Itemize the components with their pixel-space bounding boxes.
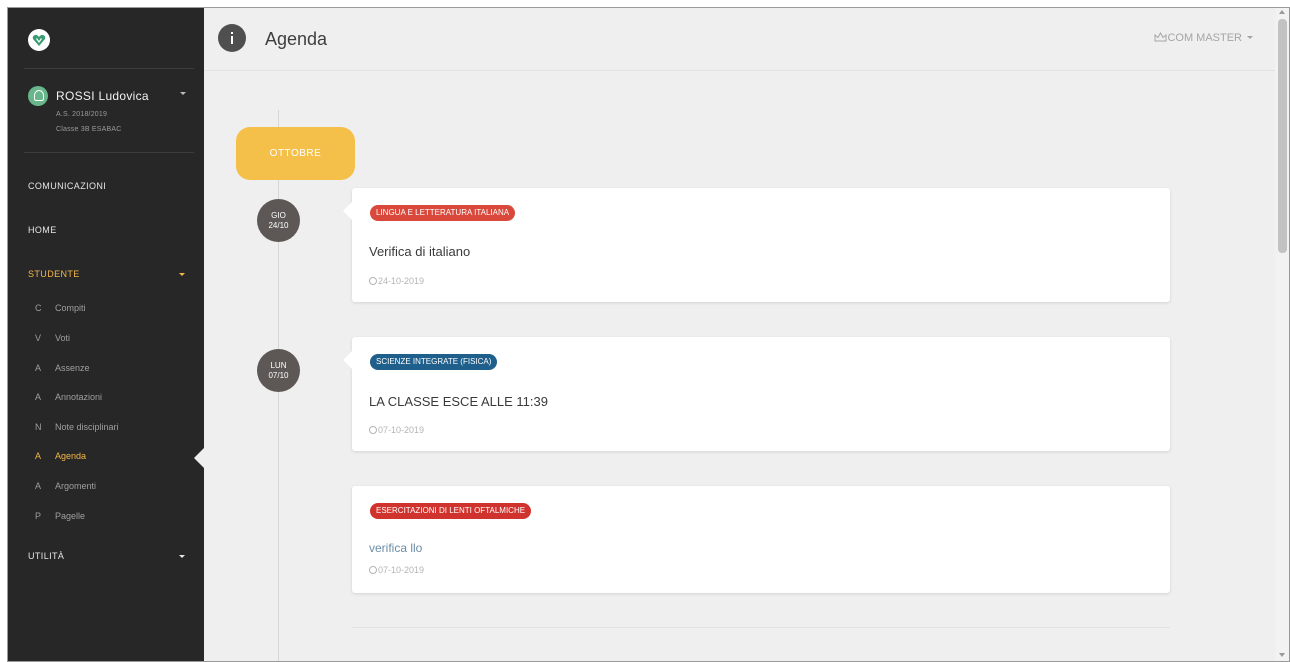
sidebar-divider	[24, 68, 194, 69]
school-year: A.S. 2018/2019	[56, 111, 108, 118]
item-label: Compiti	[55, 303, 86, 313]
event-date-text: 24-10-2019	[378, 276, 425, 286]
item-label: Voti	[55, 333, 71, 343]
card-pointer	[343, 202, 352, 220]
sidebar-item-note-disciplinari[interactable]: N Note disciplinari	[28, 422, 119, 436]
chevron-down-icon	[1247, 36, 1253, 39]
item-letter: A	[35, 481, 42, 491]
date-value: 07/10	[268, 371, 289, 380]
sidebar-divider	[24, 152, 194, 153]
clock-icon	[369, 426, 377, 434]
event-date: 07-10-2019	[369, 425, 424, 435]
event-title: Verifica di italiano	[369, 244, 471, 259]
clock-icon	[369, 566, 377, 574]
section-label: STUDENTE	[28, 269, 80, 279]
sidebar-item-assenze[interactable]: A Assenze	[28, 363, 90, 377]
sidebar-item-argomenti[interactable]: A Argomenti	[28, 481, 96, 495]
agenda-card[interactable]: SCIENZE INTEGRATE (FISICA) LA CLASSE ESC…	[343, 337, 1170, 451]
sidebar-item-voti[interactable]: V Voti	[28, 333, 70, 347]
master-menu[interactable]: COM MASTER	[1154, 31, 1253, 44]
item-label: Assenze	[55, 363, 90, 373]
item-letter: P	[35, 511, 42, 521]
info-icon[interactable]	[218, 24, 246, 52]
item-letter: V	[35, 333, 42, 343]
item-letter: N	[35, 422, 42, 432]
sidebar-item-compiti[interactable]: C Compiti	[28, 303, 86, 317]
heart-shield-logo-icon[interactable]	[28, 29, 50, 51]
chevron-down-icon[interactable]	[180, 92, 186, 95]
page-title: Agenda	[265, 29, 328, 49]
sidebar-item-pagelle[interactable]: P Pagelle	[28, 511, 85, 525]
event-date: 07-10-2019	[369, 565, 424, 575]
item-label: Agenda	[55, 451, 87, 461]
event-title: verifica llo	[369, 541, 423, 555]
sidebar-item-home[interactable]: HOME	[28, 225, 57, 235]
date-marker: LUN 07/10	[257, 349, 300, 392]
item-letter: A	[35, 392, 42, 402]
crown-icon	[1154, 31, 1167, 42]
agenda-card[interactable]: LINGUA E LETTERATURA ITALIANA Verifica d…	[343, 188, 1170, 302]
next-card-edge	[352, 627, 1170, 628]
agenda-card[interactable]: ESERCITAZIONI DI LENTI OFTALMICHE verifi…	[352, 486, 1170, 593]
item-label: Annotazioni	[55, 392, 103, 402]
top-bar: Agenda COM MASTER	[204, 8, 1275, 71]
subject-badge: LINGUA E LETTERATURA ITALIANA	[370, 205, 516, 221]
user-name[interactable]: ROSSI Ludovica	[56, 89, 149, 103]
scrollbar[interactable]	[1275, 8, 1289, 661]
scroll-thumb[interactable]	[1278, 19, 1287, 253]
card-pointer	[343, 351, 352, 369]
chevron-down-icon	[179, 555, 185, 558]
active-indicator	[194, 448, 204, 468]
item-letter: A	[35, 363, 42, 373]
sidebar-item-annotazioni[interactable]: A Annotazioni	[28, 392, 102, 406]
clock-icon	[369, 277, 377, 285]
event-date-text: 07-10-2019	[378, 425, 425, 435]
subject-badge: ESERCITAZIONI DI LENTI OFTALMICHE	[370, 503, 532, 519]
sidebar-item-agenda[interactable]: A Agenda	[28, 451, 86, 465]
chevron-down-icon	[179, 273, 185, 276]
master-label: COM MASTER	[1167, 32, 1242, 44]
item-label: Argomenti	[55, 481, 97, 491]
event-date-text: 07-10-2019	[378, 565, 425, 575]
scroll-down-arrow-icon[interactable]	[1279, 653, 1285, 657]
item-label: Note disciplinari	[55, 422, 119, 432]
user-icon	[28, 86, 48, 106]
date-day: LUN	[270, 361, 287, 370]
date-marker: GIO 24/10	[257, 199, 300, 242]
sidebar-section-utilita[interactable]: UTILITÀ	[28, 551, 185, 561]
event-title: LA CLASSE ESCE ALLE 11:39	[369, 394, 548, 409]
event-date: 24-10-2019	[369, 276, 424, 286]
date-value: 24/10	[268, 221, 289, 230]
section-label: UTILITÀ	[28, 551, 65, 561]
item-label: Pagelle	[55, 511, 86, 521]
sidebar-item-comunicazioni[interactable]: COMUNICAZIONI	[28, 181, 106, 191]
month-label: OTTOBRE	[236, 127, 355, 180]
subject-badge: SCIENZE INTEGRATE (FISICA)	[370, 354, 498, 370]
class-label: Classe 3B ESABAC	[56, 126, 122, 133]
date-day: GIO	[271, 211, 286, 220]
item-letter: A	[35, 451, 42, 461]
sidebar: ROSSI Ludovica A.S. 2018/2019 Classe 3B …	[8, 8, 204, 661]
scroll-up-arrow-icon[interactable]	[1279, 10, 1285, 14]
item-letter: C	[35, 303, 42, 313]
app-window: ROSSI Ludovica A.S. 2018/2019 Classe 3B …	[7, 7, 1290, 662]
sidebar-section-studente[interactable]: STUDENTE	[28, 269, 185, 279]
